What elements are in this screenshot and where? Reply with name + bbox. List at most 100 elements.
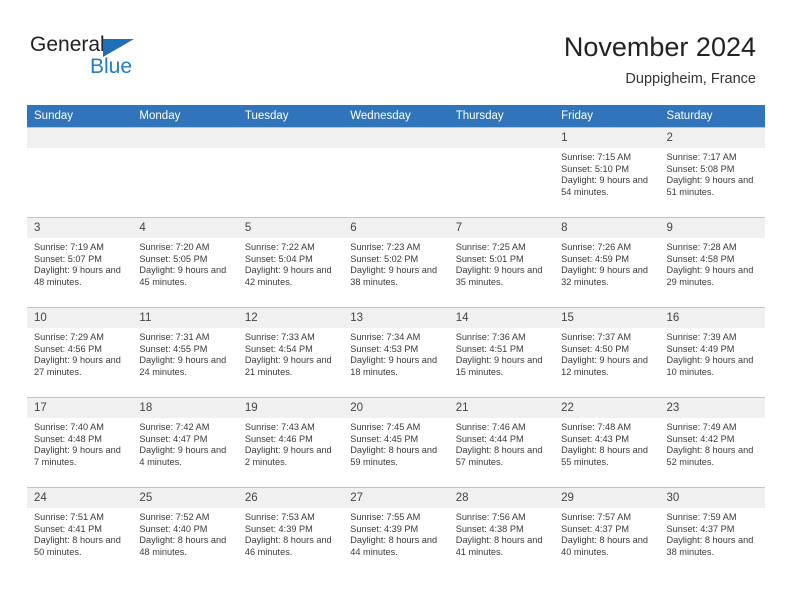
calendar-cell-inner: 14 Sunrise: 7:36 AM Sunset: 4:51 PM Dayligh… (448, 308, 555, 397)
calendar-cell-day[interactable]: 11 Sunrise: 7:31 AM Sunset: 4:55 PM Dayligh… (132, 307, 238, 398)
calendar-cell-day[interactable]: 3 Sunrise: 7:19 AM Sunset: 5:07 PM Daylight… (27, 217, 133, 308)
page-header: General Blue November 2024 Duppigheim, F… (0, 0, 792, 100)
sunrise-text: Sunrise: 7:57 AM (561, 512, 632, 522)
calendar-cell-day[interactable]: 20 Sunrise: 7:45 AM Sunset: 4:45 PM Dayligh… (343, 397, 449, 488)
brand-name-general: General (30, 33, 105, 56)
sunrise-text: Sunrise: 7:17 AM (666, 152, 737, 162)
day-number: 30 (659, 488, 765, 508)
calendar-cell-day[interactable]: 6 Sunrise: 7:23 AM Sunset: 5:02 PM Daylight… (343, 217, 449, 308)
day-sun-info: Sunrise: 7:56 AM Sunset: 4:38 PM Daylight:… (449, 508, 554, 558)
calendar-body: 1 Sunrise: 7:15 AM Sunset: 5:10 PM Daylight… (27, 127, 765, 578)
sunrise-text: Sunrise: 7:56 AM (455, 512, 526, 522)
sunrise-text: Sunrise: 7:37 AM (561, 332, 632, 342)
calendar-week-row: 1 Sunrise: 7:15 AM Sunset: 5:10 PM Daylight… (27, 127, 765, 218)
calendar-cell-day[interactable]: 25 Sunrise: 7:52 AM Sunset: 4:40 PM Dayligh… (132, 487, 238, 578)
sunset-text: Sunset: 4:58 PM (666, 253, 735, 264)
sunset-text: Sunset: 4:54 PM (244, 343, 313, 354)
daylight-text: Daylight: 9 hours and 4 minutes. (139, 445, 227, 467)
calendar-week-row: 24 Sunrise: 7:51 AM Sunset: 4:41 PM Dayligh… (27, 487, 765, 578)
sunset-text: Sunset: 5:07 PM (34, 253, 102, 264)
calendar-cell-day[interactable]: 14 Sunrise: 7:36 AM Sunset: 4:51 PM Dayligh… (448, 307, 555, 398)
calendar-cell-day[interactable]: 7 Sunrise: 7:25 AM Sunset: 5:01 PM Daylight… (448, 217, 555, 308)
sunrise-text: Sunrise: 7:34 AM (350, 332, 421, 342)
sunset-text: Sunset: 4:43 PM (561, 433, 630, 444)
calendar-cell-day[interactable]: 22 Sunrise: 7:48 AM Sunset: 4:43 PM Dayligh… (554, 397, 660, 488)
sunset-text: Sunset: 4:59 PM (561, 253, 630, 264)
calendar-cell-day[interactable]: 2 Sunrise: 7:17 AM Sunset: 5:08 PM Daylight… (659, 127, 765, 218)
day-sun-info: Sunrise: 7:36 AM Sunset: 4:51 PM Daylight:… (449, 328, 554, 378)
calendar-cell-day[interactable]: 19 Sunrise: 7:43 AM Sunset: 4:46 PM Dayligh… (237, 397, 344, 488)
calendar-cell-day[interactable]: 13 Sunrise: 7:34 AM Sunset: 4:53 PM Dayligh… (343, 307, 449, 398)
sunset-text: Sunset: 4:37 PM (561, 523, 630, 534)
sunrise-text: Sunrise: 7:40 AM (34, 422, 104, 432)
day-number: 18 (132, 398, 238, 418)
calendar-cell-day[interactable]: 12 Sunrise: 7:33 AM Sunset: 4:54 PM Dayligh… (237, 307, 344, 398)
weekday-header-thursday: Thursday (448, 105, 555, 128)
calendar-cell-day[interactable]: 4 Sunrise: 7:20 AM Sunset: 5:05 PM Daylight… (132, 217, 238, 308)
calendar-cell-day[interactable]: 15 Sunrise: 7:37 AM Sunset: 4:50 PM Dayligh… (554, 307, 660, 398)
sunset-text: Sunset: 4:55 PM (139, 343, 208, 354)
sunrise-text: Sunrise: 7:28 AM (666, 242, 737, 252)
calendar-cell-day[interactable]: 18 Sunrise: 7:42 AM Sunset: 4:47 PM Dayligh… (132, 397, 238, 488)
calendar-cell-inner: 11 Sunrise: 7:31 AM Sunset: 4:55 PM Dayligh… (132, 308, 238, 397)
calendar-cell-day[interactable]: 8 Sunrise: 7:26 AM Sunset: 4:59 PM Daylight… (554, 217, 660, 308)
sunset-text: Sunset: 4:56 PM (34, 343, 102, 354)
sunrise-text: Sunrise: 7:25 AM (455, 242, 526, 252)
day-sun-info: Sunrise: 7:34 AM Sunset: 4:53 PM Daylight:… (343, 328, 448, 378)
day-number (343, 128, 449, 148)
sunrise-text: Sunrise: 7:49 AM (666, 422, 737, 432)
sunrise-text: Sunrise: 7:52 AM (139, 512, 210, 522)
day-sun-info: Sunrise: 7:17 AM Sunset: 5:08 PM Daylight:… (660, 148, 765, 198)
sunset-text: Sunset: 4:48 PM (34, 433, 102, 444)
calendar-cell-day[interactable]: 10 Sunrise: 7:29 AM Sunset: 4:56 PM Dayligh… (27, 307, 133, 398)
sunrise-text: Sunrise: 7:43 AM (244, 422, 315, 432)
day-sun-info: Sunrise: 7:42 AM Sunset: 4:47 PM Daylight:… (132, 418, 237, 468)
calendar-cell-day[interactable]: 24 Sunrise: 7:51 AM Sunset: 4:41 PM Dayligh… (27, 487, 133, 578)
day-number: 28 (448, 488, 555, 508)
day-sun-info: Sunrise: 7:48 AM Sunset: 4:43 PM Daylight:… (554, 418, 659, 468)
page-title: November 2024 (563, 32, 756, 62)
calendar-cell-day[interactable]: 28 Sunrise: 7:56 AM Sunset: 4:38 PM Dayligh… (448, 487, 555, 578)
sunset-text: Sunset: 4:40 PM (139, 523, 208, 534)
calendar-cell-day[interactable]: 5 Sunrise: 7:22 AM Sunset: 5:04 PM Daylight… (237, 217, 344, 308)
daylight-text: Daylight: 9 hours and 21 minutes. (244, 355, 332, 377)
sunrise-text: Sunrise: 7:23 AM (350, 242, 421, 252)
sunrise-text: Sunrise: 7:48 AM (561, 422, 632, 432)
calendar-cell-day[interactable]: 30 Sunrise: 7:59 AM Sunset: 4:37 PM Dayligh… (659, 487, 765, 578)
sunrise-text: Sunrise: 7:33 AM (244, 332, 315, 342)
calendar-cell-day[interactable]: 26 Sunrise: 7:53 AM Sunset: 4:39 PM Dayligh… (237, 487, 344, 578)
calendar-cell-day[interactable]: 16 Sunrise: 7:39 AM Sunset: 4:49 PM Dayligh… (659, 307, 765, 398)
daylight-text: Daylight: 9 hours and 7 minutes. (34, 445, 121, 467)
calendar-cell-day[interactable]: 17 Sunrise: 7:40 AM Sunset: 4:48 PM Dayligh… (27, 397, 133, 488)
weekday-header-monday: Monday (132, 105, 238, 128)
sunrise-text: Sunrise: 7:42 AM (139, 422, 210, 432)
day-number (132, 128, 238, 148)
daylight-text: Daylight: 9 hours and 18 minutes. (350, 355, 438, 377)
calendar-cell-inner: 13 Sunrise: 7:34 AM Sunset: 4:53 PM Dayligh… (343, 308, 449, 397)
calendar-cell-day[interactable]: 1 Sunrise: 7:15 AM Sunset: 5:10 PM Daylight… (554, 127, 660, 218)
day-number: 5 (237, 218, 344, 238)
calendar-cell-inner: 5 Sunrise: 7:22 AM Sunset: 5:04 PM Daylight… (237, 218, 344, 307)
calendar-cell-inner: 21 Sunrise: 7:46 AM Sunset: 4:44 PM Dayligh… (448, 398, 555, 487)
day-sun-info: Sunrise: 7:39 AM Sunset: 4:49 PM Daylight:… (660, 328, 765, 378)
day-sun-info: Sunrise: 7:22 AM Sunset: 5:04 PM Daylight:… (238, 238, 343, 288)
daylight-text: Daylight: 8 hours and 48 minutes. (139, 535, 227, 557)
calendar-cell-day[interactable]: 23 Sunrise: 7:49 AM Sunset: 4:42 PM Dayligh… (659, 397, 765, 488)
day-sun-info: Sunrise: 7:28 AM Sunset: 4:58 PM Daylight:… (660, 238, 765, 288)
sunset-text: Sunset: 4:46 PM (244, 433, 313, 444)
day-sun-info: Sunrise: 7:57 AM Sunset: 4:37 PM Daylight:… (554, 508, 659, 558)
calendar-cell-day[interactable]: 29 Sunrise: 7:57 AM Sunset: 4:37 PM Dayligh… (554, 487, 660, 578)
calendar-cell-day[interactable]: 21 Sunrise: 7:46 AM Sunset: 4:44 PM Dayligh… (448, 397, 555, 488)
day-sun-info: Sunrise: 7:20 AM Sunset: 5:05 PM Daylight:… (132, 238, 237, 288)
sunset-text: Sunset: 4:49 PM (666, 343, 735, 354)
sunrise-text: Sunrise: 7:45 AM (350, 422, 421, 432)
calendar-cell-inner (448, 128, 555, 217)
title-block: November 2024 Duppigheim, France (564, 30, 756, 89)
day-number: 21 (448, 398, 555, 418)
calendar-cell-inner: 23 Sunrise: 7:49 AM Sunset: 4:42 PM Dayligh… (659, 398, 765, 487)
calendar-cell-day[interactable]: 9 Sunrise: 7:28 AM Sunset: 4:58 PM Daylight… (659, 217, 765, 308)
day-sun-info: Sunrise: 7:46 AM Sunset: 4:44 PM Daylight:… (449, 418, 554, 468)
calendar-cell-day[interactable]: 27 Sunrise: 7:55 AM Sunset: 4:39 PM Dayligh… (343, 487, 449, 578)
calendar-cell-inner: 3 Sunrise: 7:19 AM Sunset: 5:07 PM Daylight… (27, 218, 133, 307)
brand-logo[interactable]: General Blue (30, 34, 210, 86)
